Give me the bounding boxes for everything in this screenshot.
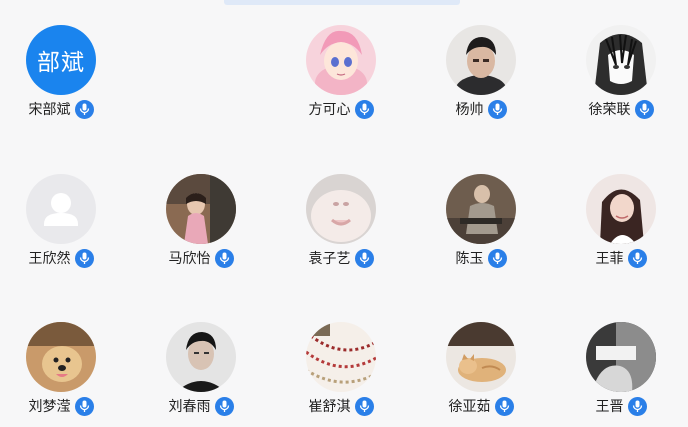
manga-character-avatar[interactable] (586, 25, 656, 95)
man-photo-avatar[interactable] (446, 25, 516, 95)
microphone-icon[interactable] (634, 99, 654, 119)
woman-portrait-avatar[interactable] (586, 174, 656, 244)
member-name: 王欣然 (28, 251, 71, 267)
street-photo-avatar[interactable] (166, 174, 236, 244)
cat-closeup-avatar[interactable] (306, 174, 376, 244)
member-item[interactable]: 刘春雨 (146, 322, 256, 427)
avatar[interactable]: 部斌 (26, 25, 96, 95)
member-name-row: 王欣然 (6, 248, 116, 268)
member-name: 刘梦滢 (28, 399, 71, 415)
member-name-row: 徐亚茹 (426, 396, 536, 416)
default-user-avatar[interactable] (26, 174, 96, 244)
microphone-icon[interactable] (627, 248, 647, 268)
anime-girl-avatar[interactable] (306, 25, 376, 95)
member-name: 王晋 (595, 399, 624, 415)
member-grid: 部斌 宋部斌 方可心 杨帅 徐荣联 王欣然 马欣怡 袁子艺 陈玉 王菲 刘梦滢 … (0, 0, 688, 427)
member-name-row: 袁子艺 (286, 248, 396, 268)
member-item[interactable]: 部斌 宋部斌 (6, 25, 116, 130)
member-name-row: 宋部斌 (6, 99, 116, 119)
member-item[interactable]: 杨帅 (426, 25, 536, 130)
microphone-icon[interactable] (627, 396, 647, 416)
member-item[interactable]: 马欣怡 (146, 174, 256, 279)
bead-decoration-avatar[interactable] (306, 322, 376, 392)
member-name: 陈玉 (455, 251, 484, 267)
member-item[interactable]: 刘梦滢 (6, 322, 116, 427)
person-in-chair-avatar[interactable] (446, 174, 516, 244)
member-name: 刘春雨 (168, 399, 211, 415)
member-name: 崔舒淇 (308, 399, 351, 415)
member-name-row: 马欣怡 (146, 248, 256, 268)
dog-avatar[interactable] (26, 322, 96, 392)
member-name: 徐亚茹 (448, 399, 491, 415)
member-name-row: 刘春雨 (146, 396, 256, 416)
microphone-icon[interactable] (214, 396, 234, 416)
microphone-icon[interactable] (487, 99, 507, 119)
member-item[interactable]: 王菲 (566, 174, 676, 279)
microphone-icon[interactable] (494, 396, 514, 416)
sleeping-cat-avatar[interactable] (446, 322, 516, 392)
microphone-icon[interactable] (487, 248, 507, 268)
avatar-initials: 部斌 (37, 50, 85, 76)
microphone-icon[interactable] (354, 248, 374, 268)
member-item[interactable]: 方可心 (286, 25, 396, 130)
member-item[interactable]: 陈玉 (426, 174, 536, 279)
member-item[interactable]: 袁子艺 (286, 174, 396, 279)
microphone-icon[interactable] (74, 99, 94, 119)
microphone-icon[interactable] (74, 248, 94, 268)
member-name: 袁子艺 (308, 251, 351, 267)
member-name: 马欣怡 (168, 251, 211, 267)
member-name-row: 刘梦滢 (6, 396, 116, 416)
microphone-icon[interactable] (354, 396, 374, 416)
member-name: 方可心 (308, 102, 351, 118)
member-name: 王菲 (595, 251, 624, 267)
member-name-row: 徐荣联 (566, 99, 676, 119)
member-name-row: 王菲 (566, 248, 676, 268)
member-item[interactable]: 王晋 (566, 322, 676, 427)
microphone-icon[interactable] (354, 99, 374, 119)
member-name-row: 王晋 (566, 396, 676, 416)
member-name-row: 杨帅 (426, 99, 536, 119)
microphone-icon[interactable] (74, 396, 94, 416)
member-name-row: 崔舒淇 (286, 396, 396, 416)
member-name-row: 方可心 (286, 99, 396, 119)
member-name: 徐荣联 (588, 102, 631, 118)
hand-with-note-avatar[interactable] (586, 322, 656, 392)
man-black-white-avatar[interactable] (166, 322, 236, 392)
member-item[interactable]: 崔舒淇 (286, 322, 396, 427)
microphone-icon[interactable] (214, 248, 234, 268)
member-name-row: 陈玉 (426, 248, 536, 268)
member-item[interactable]: 王欣然 (6, 174, 116, 279)
member-name: 杨帅 (455, 102, 484, 118)
member-name: 宋部斌 (28, 102, 71, 118)
member-item[interactable]: 徐荣联 (566, 25, 676, 130)
member-item[interactable]: 徐亚茹 (426, 322, 536, 427)
